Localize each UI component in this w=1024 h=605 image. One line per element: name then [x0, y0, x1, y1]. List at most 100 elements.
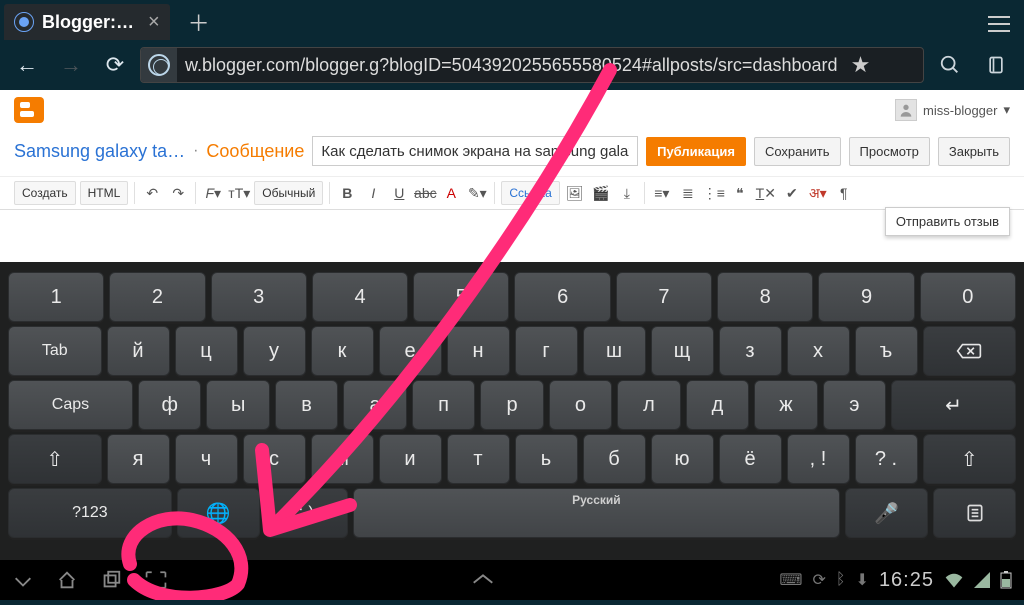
heading-select[interactable]: Обычный: [254, 181, 323, 205]
key-letter[interactable]: г: [515, 326, 578, 376]
list-ol-icon[interactable]: ≣: [677, 182, 699, 204]
key-digit[interactable]: 2: [109, 272, 205, 322]
highlight-icon[interactable]: ✎▾: [466, 182, 488, 204]
key-symbols[interactable]: ?123: [8, 488, 172, 538]
key-digit[interactable]: 1: [8, 272, 104, 322]
blogger-logo[interactable]: [14, 97, 44, 123]
key-digit[interactable]: 7: [616, 272, 712, 322]
italic-icon[interactable]: I: [362, 182, 384, 204]
nav-expand-icon[interactable]: [470, 573, 496, 587]
new-tab-button[interactable]: ＋: [184, 4, 214, 40]
key-letter[interactable]: ж: [754, 380, 817, 430]
quote-icon[interactable]: ❝: [729, 182, 751, 204]
key-letter[interactable]: в: [275, 380, 338, 430]
nav-screenshot-icon[interactable]: [144, 569, 168, 591]
strike-icon[interactable]: abc: [414, 182, 436, 204]
key-letter[interactable]: я: [107, 434, 170, 484]
key-letter[interactable]: о: [549, 380, 612, 430]
underline-icon[interactable]: U: [388, 182, 410, 204]
text-color-icon[interactable]: A: [440, 182, 462, 204]
nav-home-icon[interactable]: [56, 569, 78, 591]
key-digit[interactable]: 9: [818, 272, 914, 322]
browser-tab[interactable]: Blogger:… ×: [4, 4, 170, 40]
link-button[interactable]: Ссылка: [501, 181, 559, 205]
back-button[interactable]: ←: [8, 46, 46, 84]
undo-icon[interactable]: ↶: [141, 182, 163, 204]
key-letter[interactable]: ф: [138, 380, 201, 430]
forward-button[interactable]: →: [52, 46, 90, 84]
tab-close-icon[interactable]: ×: [148, 11, 160, 34]
key-letter[interactable]: ц: [175, 326, 238, 376]
key-letter[interactable]: э: [823, 380, 886, 430]
key-letter[interactable]: х: [787, 326, 850, 376]
clear-format-icon[interactable]: T✕: [755, 182, 777, 204]
key-caps[interactable]: Caps: [8, 380, 133, 430]
feedback-tooltip[interactable]: Отправить отзыв: [885, 207, 1010, 236]
key-letter[interactable]: м: [311, 434, 374, 484]
key-letter[interactable]: р: [480, 380, 543, 430]
key-letter[interactable]: , !: [787, 434, 850, 484]
key-tab[interactable]: Tab: [8, 326, 102, 376]
align-icon[interactable]: ≡▾: [651, 182, 673, 204]
key-letter[interactable]: ч: [175, 434, 238, 484]
key-letter[interactable]: б: [583, 434, 646, 484]
bookmark-star-icon[interactable]: ★: [846, 52, 876, 78]
redo-icon[interactable]: ↷: [167, 182, 189, 204]
key-letter[interactable]: ы: [206, 380, 269, 430]
list-ul-icon[interactable]: ⋮≡: [703, 182, 725, 204]
tb-html[interactable]: HTML: [80, 181, 129, 205]
key-letter[interactable]: щ: [651, 326, 714, 376]
key-letter[interactable]: ? .: [855, 434, 918, 484]
key-digit[interactable]: 0: [920, 272, 1016, 322]
key-shift-right[interactable]: ⇧: [923, 434, 1017, 484]
jump-icon[interactable]: ⤓: [616, 182, 638, 204]
key-letter[interactable]: ш: [583, 326, 646, 376]
key-emoji[interactable]: :-): [265, 488, 348, 538]
key-letter[interactable]: е: [379, 326, 442, 376]
key-letter[interactable]: з: [719, 326, 782, 376]
translit-icon[interactable]: अ▾: [807, 182, 829, 204]
key-settings[interactable]: [933, 488, 1016, 538]
breadcrumb-section[interactable]: Сообщение: [206, 141, 304, 162]
key-letter[interactable]: ь: [515, 434, 578, 484]
key-letter[interactable]: д: [686, 380, 749, 430]
key-digit[interactable]: 4: [312, 272, 408, 322]
font-size-icon[interactable]: тT▾: [228, 182, 250, 204]
key-digit[interactable]: 3: [211, 272, 307, 322]
status-clock[interactable]: 16:25: [879, 569, 934, 592]
key-letter[interactable]: а: [343, 380, 406, 430]
key-enter[interactable]: ↵: [891, 380, 1016, 430]
key-digit[interactable]: 5: [413, 272, 509, 322]
bookmarks-icon[interactable]: [976, 54, 1016, 76]
key-backspace[interactable]: [923, 326, 1017, 376]
tb-compose[interactable]: Создать: [14, 181, 76, 205]
key-digit[interactable]: 8: [717, 272, 813, 322]
browser-menu-icon[interactable]: [980, 8, 1020, 32]
key-letter[interactable]: с: [243, 434, 306, 484]
key-digit[interactable]: 6: [514, 272, 610, 322]
key-letter[interactable]: н: [447, 326, 510, 376]
key-letter[interactable]: й: [107, 326, 170, 376]
direction-icon[interactable]: ¶: [833, 182, 855, 204]
key-letter[interactable]: к: [311, 326, 374, 376]
key-space[interactable]: Русский: [353, 488, 841, 538]
key-language[interactable]: 🌐: [177, 488, 260, 538]
key-letter[interactable]: ъ: [855, 326, 918, 376]
key-letter[interactable]: л: [617, 380, 680, 430]
nav-recent-icon[interactable]: [100, 569, 122, 591]
save-button[interactable]: Сохранить: [754, 137, 841, 166]
image-icon[interactable]: 🖼: [564, 182, 586, 204]
post-title-input[interactable]: [312, 136, 638, 166]
key-letter[interactable]: т: [447, 434, 510, 484]
close-button[interactable]: Закрыть: [938, 137, 1010, 166]
breadcrumb-blog[interactable]: Samsung galaxy ta…: [14, 141, 185, 162]
bold-icon[interactable]: B: [336, 182, 358, 204]
key-letter[interactable]: и: [379, 434, 442, 484]
publish-button[interactable]: Публикация: [646, 137, 746, 166]
key-voice[interactable]: 🎤: [845, 488, 928, 538]
key-letter[interactable]: ё: [719, 434, 782, 484]
key-letter[interactable]: п: [412, 380, 475, 430]
nav-hide-icon[interactable]: [12, 569, 34, 591]
url-bar[interactable]: w.blogger.com/blogger.g?blogID=504392025…: [140, 47, 924, 83]
search-icon[interactable]: [930, 54, 970, 76]
